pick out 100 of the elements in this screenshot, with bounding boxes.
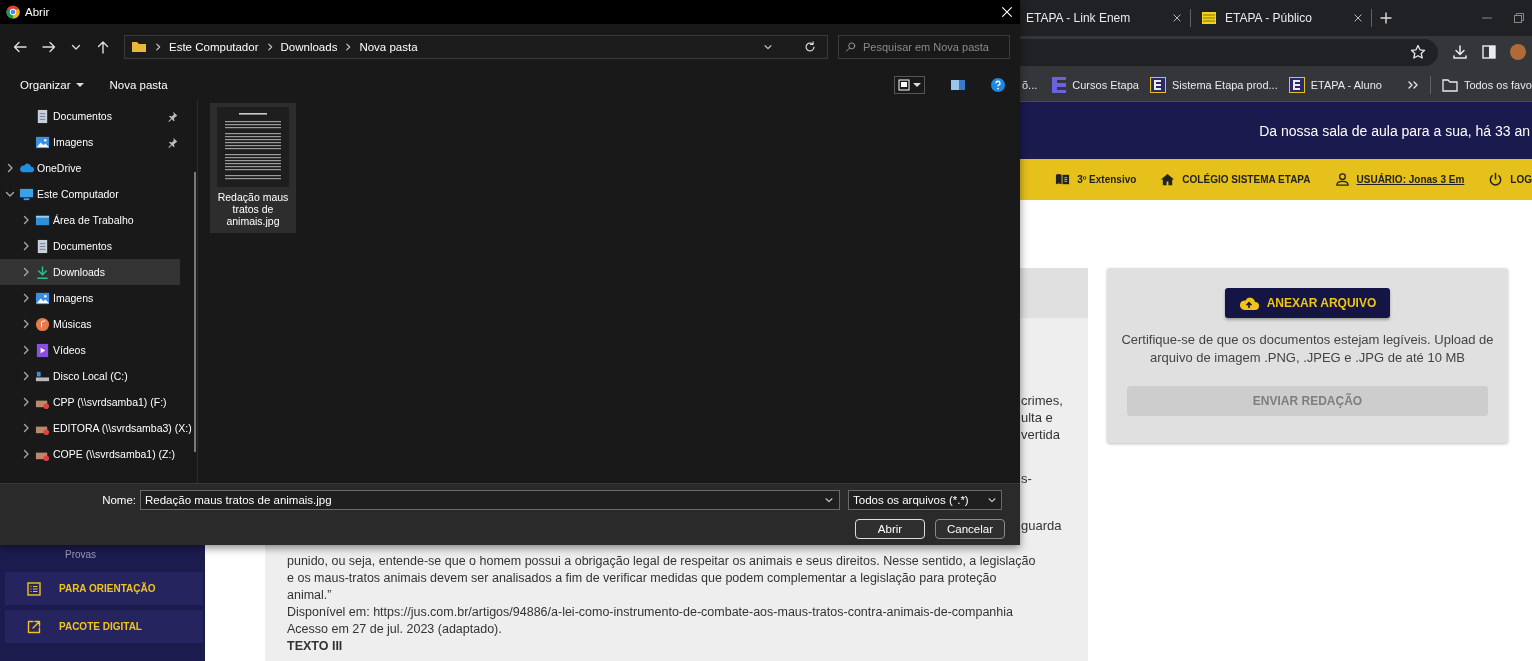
caret-icon bbox=[913, 81, 921, 89]
nav-item[interactable]: 3º Extensivo bbox=[1077, 174, 1137, 185]
restore-icon[interactable] bbox=[1514, 13, 1524, 23]
side-panel-icon[interactable] bbox=[1482, 45, 1496, 59]
sidebar-item[interactable]: PARA ORIENTAÇÃO bbox=[5, 572, 203, 605]
download-icon[interactable] bbox=[1452, 44, 1468, 60]
search-icon bbox=[845, 41, 857, 53]
tree-item[interactable]: Músicas bbox=[0, 311, 180, 337]
tree-item[interactable]: Área de Trabalho bbox=[0, 207, 180, 233]
bookmark[interactable]: Sistema Etapa prod... bbox=[1149, 76, 1278, 93]
picture-icon bbox=[35, 290, 50, 306]
cloud-upload-icon bbox=[1238, 295, 1259, 311]
view-icon bbox=[898, 79, 910, 91]
bookmarks-folder[interactable]: Todos os favo bbox=[1441, 77, 1532, 92]
chevron-down-icon bbox=[987, 495, 997, 505]
chevron-right-icon bbox=[153, 42, 163, 52]
attach-file-button[interactable]: ANEXAR ARQUIVO bbox=[1224, 288, 1391, 318]
breadcrumb-item[interactable]: Este Computador bbox=[169, 41, 259, 53]
sidebar-item[interactable]: PACOTE DIGITAL bbox=[5, 610, 203, 643]
open-button[interactable]: Abrir bbox=[855, 519, 925, 539]
tree-item[interactable]: COPE (\\svrdsamba1) (Z:) bbox=[0, 441, 180, 467]
file-item[interactable]: Redação maus tratos de animais.jpg bbox=[210, 103, 296, 233]
tree-item[interactable]: OneDrive bbox=[0, 155, 180, 181]
site-icon bbox=[1201, 10, 1217, 26]
organize-menu[interactable]: Organizar bbox=[20, 79, 84, 91]
bookmark-logo-icon bbox=[1149, 76, 1166, 93]
browser-tab[interactable]: ETAPA - Público bbox=[1191, 0, 1371, 36]
book-icon bbox=[1055, 172, 1071, 187]
back-arrow-icon[interactable] bbox=[12, 39, 28, 55]
bookmark-logo-icon bbox=[1052, 76, 1067, 93]
tree-item[interactable]: EDITORA (\\svrdsamba3) (X:) bbox=[0, 415, 194, 441]
section-heading: TEXTO III bbox=[287, 638, 344, 655]
close-icon[interactable] bbox=[1000, 5, 1014, 19]
bookmark[interactable]: ETAPA - Aluno bbox=[1288, 76, 1382, 93]
tree-item[interactable]: Imagens bbox=[0, 285, 180, 311]
nav-link[interactable]: LOG bbox=[1510, 174, 1532, 185]
folder-icon bbox=[1441, 77, 1458, 92]
breadcrumb-item[interactable]: Nova pasta bbox=[359, 41, 418, 53]
browser-tab[interactable]: ETAPA - Link Enem bbox=[1010, 0, 1190, 36]
forward-arrow-icon[interactable] bbox=[41, 39, 57, 55]
tree-item[interactable]: Este Computador bbox=[0, 181, 180, 207]
chevron-down-icon[interactable] bbox=[763, 42, 773, 52]
file-type-select[interactable]: Todos os arquivos (*.*) bbox=[848, 490, 1002, 510]
tree-item[interactable]: Vídeos bbox=[0, 337, 180, 363]
text-fragment: guarda bbox=[1021, 517, 1063, 534]
tree-item[interactable]: Imagens bbox=[0, 129, 180, 155]
cancel-button[interactable]: Cancelar bbox=[935, 519, 1005, 539]
chevron-down-icon[interactable] bbox=[824, 495, 834, 505]
external-link-icon bbox=[27, 619, 41, 634]
text-fragment: s- bbox=[1021, 470, 1033, 487]
documents-icon bbox=[35, 108, 50, 124]
list-icon bbox=[27, 581, 41, 596]
new-folder-button[interactable]: Nova pasta bbox=[109, 79, 168, 91]
field-label: Nome: bbox=[101, 494, 137, 506]
scrollbar[interactable] bbox=[194, 172, 196, 452]
bookmark-logo-icon bbox=[1288, 76, 1305, 93]
view-options-button[interactable] bbox=[894, 76, 925, 94]
preview-pane-icon[interactable] bbox=[951, 79, 965, 91]
caret-icon bbox=[75, 81, 84, 89]
refresh-icon[interactable] bbox=[803, 40, 817, 54]
tree-item[interactable]: Disco Local (C:) bbox=[0, 363, 180, 389]
user-icon bbox=[1334, 172, 1350, 187]
monitor-icon bbox=[19, 186, 34, 202]
bookmark[interactable]: Cursos Etapa bbox=[1052, 76, 1139, 93]
file-name-field[interactable]: Redação maus tratos de animais.jpg bbox=[140, 490, 840, 510]
help-icon[interactable] bbox=[991, 78, 1005, 92]
video-icon bbox=[35, 342, 50, 358]
documents-icon bbox=[35, 238, 50, 254]
paragraph-line: Disponível em: https://jus.com.br/artigos/94886/a-lei-como-instrumento-de-combate-aos-maus-tratos-contra-animais-de-companhia bbox=[287, 604, 1014, 621]
tree-item[interactable]: Downloads bbox=[0, 259, 180, 285]
home-icon bbox=[1160, 172, 1176, 187]
sidebar-link[interactable]: Provas bbox=[0, 549, 205, 563]
search-field[interactable]: Pesquisar em Nova pasta bbox=[838, 35, 1010, 59]
folder-icon bbox=[131, 39, 147, 55]
up-arrow-icon[interactable] bbox=[95, 39, 111, 55]
tree-item[interactable]: CPP (\\svrdsamba1) (F:) bbox=[0, 389, 180, 415]
upload-note: Certifique-se de que os documentos estejam legíveis. Upload de arquivo de imagem .PNG, .JPEG e .JPG de até 10 MB bbox=[1120, 331, 1495, 367]
power-icon bbox=[1488, 172, 1504, 187]
nav-link[interactable]: USUÁRIO: Jonas 3 Em bbox=[1356, 174, 1465, 185]
picture-icon bbox=[35, 134, 50, 150]
slogan-text: Da nossa sala de aula para a sua, há 33 an bbox=[1259, 122, 1530, 139]
paragraph-line: punido, ou seja, entende-se que o homem possui a obrigação legal de respeitar os animais e seus direitos. Nesse sentido, a legislação bbox=[287, 553, 1037, 570]
tree-item[interactable]: Documentos bbox=[0, 233, 180, 259]
close-icon[interactable] bbox=[1353, 13, 1363, 23]
chrome-icon bbox=[6, 5, 20, 19]
bookmark[interactable]: õ... bbox=[1022, 78, 1038, 91]
text-fragment: ulta e bbox=[1021, 409, 1054, 426]
breadcrumb-item[interactable]: Downloads bbox=[280, 41, 338, 53]
close-icon[interactable] bbox=[1172, 13, 1182, 23]
paragraph-line: Acesso em 27 de jul. 2023 (adaptado). bbox=[287, 621, 503, 638]
nav-item[interactable]: COLÉGIO SISTEMA ETAPA bbox=[1182, 174, 1311, 185]
paragraph-line: animal.” bbox=[287, 587, 333, 604]
text-fragment: crimes, bbox=[1021, 392, 1064, 409]
text-fragment: vertida bbox=[1021, 426, 1062, 443]
star-icon[interactable] bbox=[1410, 44, 1426, 60]
avatar[interactable] bbox=[1510, 44, 1526, 60]
new-tab-icon[interactable] bbox=[1380, 12, 1392, 24]
tree-item[interactable]: Documentos bbox=[0, 103, 180, 129]
download-icon bbox=[35, 264, 50, 280]
address-bar[interactable]: Este Computador Downloads Nova pasta bbox=[124, 35, 828, 59]
